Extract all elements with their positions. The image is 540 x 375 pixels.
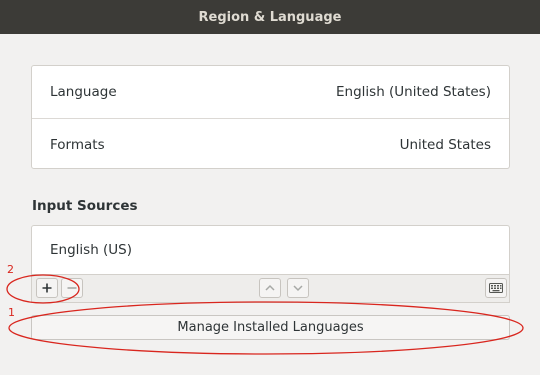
formats-value: United States: [399, 136, 491, 153]
window-titlebar: Region & Language: [0, 0, 540, 34]
plus-icon: [42, 283, 52, 293]
input-source-item[interactable]: English (US): [32, 226, 509, 274]
move-down-button[interactable]: [287, 278, 309, 298]
chevron-down-icon: [293, 285, 303, 292]
chevron-up-icon: [265, 284, 275, 291]
input-source-label: English (US): [50, 242, 133, 258]
add-input-source-button[interactable]: [36, 278, 58, 298]
window-title: Region & Language: [198, 9, 342, 25]
annotation-marker-1: 1: [8, 306, 15, 319]
manage-installed-languages-button[interactable]: Manage Installed Languages: [31, 315, 510, 340]
language-row[interactable]: Language English (United States): [32, 66, 509, 118]
minus-icon: [67, 287, 77, 289]
language-label: Language: [50, 84, 117, 100]
language-value: English (United States): [336, 84, 491, 100]
language-settings-card: Language English (United States) Formats…: [31, 65, 510, 169]
formats-label: Formats: [50, 136, 105, 153]
move-up-button[interactable]: [259, 278, 281, 298]
keyboard-icon: [489, 283, 503, 293]
formats-row[interactable]: Formats United States: [32, 118, 509, 170]
remove-input-source-button[interactable]: [61, 278, 83, 298]
input-sources-toolbar: [31, 275, 510, 303]
show-keyboard-layout-button[interactable]: [485, 278, 507, 298]
annotation-marker-2: 2: [7, 263, 14, 276]
input-sources-heading: Input Sources: [32, 198, 138, 214]
input-sources-list: English (US): [31, 225, 510, 275]
manage-installed-languages-label: Manage Installed Languages: [177, 320, 364, 335]
